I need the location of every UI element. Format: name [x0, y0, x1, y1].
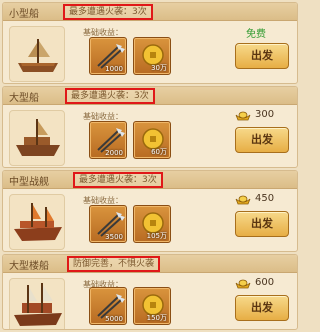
price: 300: [255, 109, 275, 120]
coin-item: 60万: [133, 121, 171, 159]
ship-icon: [9, 110, 65, 166]
ship-card-tower: 大型楼船 防御完善，不惧火袭 基础收益： 5000 150万 600 出发: [2, 254, 298, 330]
arrows-item: 2000: [89, 121, 127, 159]
item-count: 1000: [105, 65, 123, 73]
price: 450: [255, 193, 275, 204]
gold-ingot-icon: [235, 279, 251, 289]
ship-card-large: 大型船 最多遭遇火袭：3次 基础收益： 2000 60万 300 出发: [2, 86, 298, 168]
depart-button[interactable]: 出发: [235, 211, 289, 237]
raid-limit-tag: 最多遭遇火袭：3次: [73, 172, 163, 188]
item-count: 150万: [146, 314, 167, 322]
arrows-item: 5000: [89, 287, 127, 325]
ship-card-warship: 中型战舰 最多遭遇火袭：3次 基础收益： 3500 105万 450 出发: [2, 170, 298, 252]
coin-item: 105万: [133, 205, 171, 243]
ship-icon: [9, 26, 65, 82]
item-count: 60万: [151, 148, 167, 156]
depart-button[interactable]: 出发: [235, 295, 289, 321]
card-header: 大型船 最多遭遇火袭：3次: [3, 87, 297, 105]
defense-tag: 防御完善，不惧火袭: [67, 256, 161, 272]
raid-limit-tag: 最多遭遇火袭：3次: [63, 4, 153, 20]
depart-button[interactable]: 出发: [235, 127, 289, 153]
ship-name: 小型船: [9, 9, 39, 20]
raid-limit-tag: 最多遭遇火袭：3次: [65, 88, 155, 104]
depart-button[interactable]: 出发: [235, 43, 289, 69]
gold-ingot-icon: [235, 111, 251, 121]
ship-name: 大型船: [9, 93, 39, 104]
coin-item: 150万: [133, 287, 171, 325]
arrows-item: 1000: [89, 37, 127, 75]
arrows-item: 3500: [89, 205, 127, 243]
item-count: 5000: [105, 315, 123, 323]
ship-name: 中型战舰: [9, 177, 49, 188]
gold-ingot-icon: [235, 195, 251, 205]
card-header: 小型船 最多遭遇火袭：3次: [3, 3, 297, 21]
coin-item: 30万: [133, 37, 171, 75]
price: 600: [255, 277, 275, 288]
ship-name: 大型楼船: [9, 261, 49, 272]
card-header: 大型楼船 防御完善，不惧火袭: [3, 255, 297, 273]
card-header: 中型战舰 最多遭遇火袭：3次: [3, 171, 297, 189]
price-free: 免费: [246, 29, 266, 40]
item-count: 3500: [105, 233, 123, 241]
ship-card-small: 小型船 最多遭遇火袭：3次 基础收益： 1000 30万 免费 出发: [2, 2, 298, 84]
ship-icon: [9, 278, 65, 329]
item-count: 2000: [105, 149, 123, 157]
item-count: 30万: [151, 64, 167, 72]
item-count: 105万: [146, 232, 167, 240]
ship-icon: [9, 194, 65, 250]
